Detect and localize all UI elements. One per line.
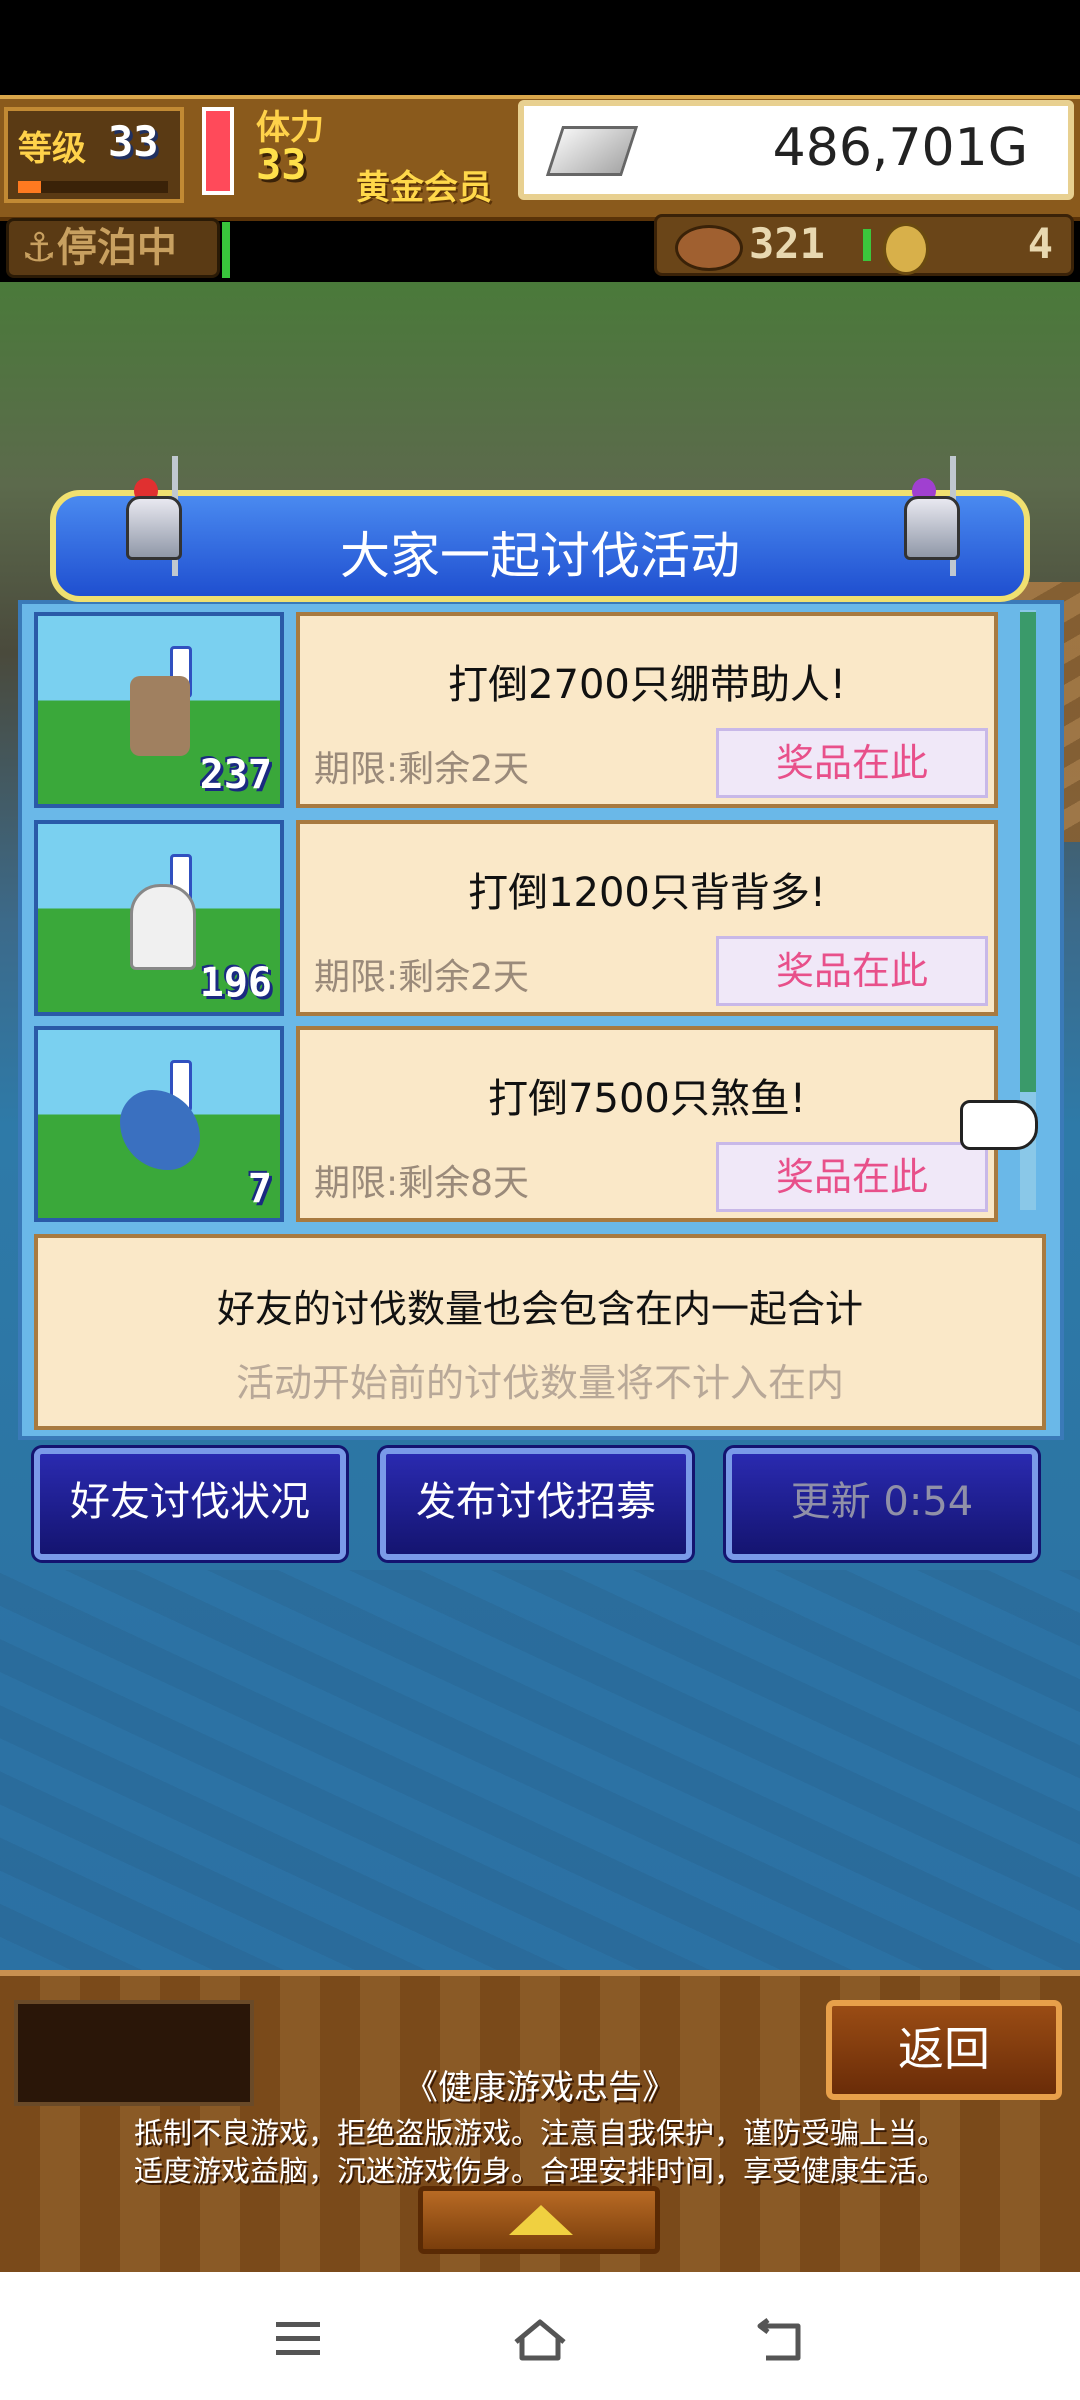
- triangle-up-icon: [509, 2205, 573, 2235]
- money-value: 486,701G: [772, 118, 1028, 178]
- stamina-gauge: [202, 107, 234, 195]
- money-display: 486,701G: [518, 100, 1074, 200]
- docked-status-badge: ⚓停泊中: [6, 218, 220, 278]
- membership-label: 黄金会员: [356, 168, 492, 208]
- event-task: 打倒2700只绷带助人!: [448, 662, 846, 708]
- event-task: 打倒7500只煞鱼!: [488, 1076, 806, 1122]
- panel-header: 大家一起讨伐活动: [50, 456, 1030, 602]
- level-label: 等级: [18, 129, 86, 169]
- monster-thumbnail: 7: [34, 1026, 284, 1222]
- health-notice-line: 适度游戏益脑，沉迷游戏伤身。合理安排时间，享受健康生活。: [133, 2154, 946, 2188]
- water-surface: [0, 1570, 1080, 1970]
- event-deadline: 期限:剩余2天: [314, 749, 530, 790]
- event-card: 打倒1200只背背多! 期限:剩余2天 奖品在此: [296, 820, 998, 1016]
- info-box: 好友的讨伐数量也会包含在内一起合计 活动开始前的讨伐数量将不计入在内: [34, 1234, 1046, 1430]
- scrollbar-thumb[interactable]: [1020, 612, 1036, 1092]
- event-deadline: 期限:剩余2天: [314, 957, 530, 998]
- prize-button[interactable]: 奖品在此: [716, 1142, 988, 1212]
- level-progress-bar: [18, 181, 168, 193]
- recruit-button[interactable]: 发布讨伐招募: [380, 1448, 692, 1560]
- stamina-value: 33: [256, 140, 307, 189]
- knight-icon: [894, 456, 964, 586]
- prize-button[interactable]: 奖品在此: [716, 936, 988, 1006]
- monster-thumbnail: 237: [34, 612, 284, 808]
- event-card: 打倒2700只绷带助人! 期限:剩余2天 奖品在此: [296, 612, 998, 808]
- resource-value: 321: [749, 219, 825, 268]
- expand-menu-button[interactable]: [418, 2186, 660, 2254]
- info-sub-text: 活动开始前的讨伐数量将不计入在内: [235, 1361, 844, 1405]
- health-notice-title: 《健康游戏忠告》: [404, 2068, 676, 2108]
- count-value: 4: [1027, 219, 1053, 268]
- event-row[interactable]: 7 打倒7500只煞鱼! 期限:剩余8天 奖品在此: [34, 1026, 1014, 1222]
- event-deadline: 期限:剩余8天: [314, 1163, 530, 1204]
- level-box: 等级 33: [4, 107, 184, 203]
- monster-thumbnail: 196: [34, 820, 284, 1016]
- level-value: 33: [108, 117, 159, 166]
- home-icon[interactable]: [510, 2316, 570, 2361]
- silver-bar-icon: [545, 126, 639, 176]
- status-indicator: [222, 222, 230, 278]
- event-row[interactable]: 196 打倒1200只背背多! 期限:剩余2天 奖品在此: [34, 820, 1014, 1016]
- ghost-monster-icon: [130, 884, 196, 970]
- event-card: 打倒7500只煞鱼! 期限:剩余8天 奖品在此: [296, 1026, 998, 1222]
- back-icon[interactable]: [752, 2316, 812, 2361]
- monster-count: 237: [199, 752, 272, 798]
- mummy-monster-icon: [130, 676, 190, 756]
- monster-count: 196: [199, 960, 272, 1006]
- coin-icon: [883, 223, 929, 275]
- food-icon: [675, 225, 743, 271]
- event-row[interactable]: 237 打倒2700只绷带助人! 期限:剩余2天 奖品在此: [34, 612, 1014, 808]
- panel-title: 大家一起讨伐活动: [340, 527, 740, 585]
- event-task: 打倒1200只背背多!: [468, 870, 826, 916]
- refresh-button[interactable]: 更新 0:54: [726, 1448, 1038, 1560]
- health-notice-line: 抵制不良游戏，拒绝盗版游戏。注意自我保护，谨防受骗上当。: [133, 2116, 946, 2150]
- system-navigation-bar: [0, 2272, 1080, 2400]
- info-main-text: 好友的讨伐数量也会包含在内一起合计: [216, 1287, 863, 1331]
- docked-status-label: 停泊中: [56, 225, 177, 271]
- monster-count: 7: [247, 1166, 272, 1212]
- hand-pointer-icon: [960, 1100, 1038, 1150]
- prize-button[interactable]: 奖品在此: [716, 728, 988, 798]
- menu-icon[interactable]: [270, 2316, 330, 2360]
- level-progress-fill: [18, 181, 41, 193]
- resource-indicator: [863, 229, 871, 261]
- resource-box: 321 4: [654, 214, 1074, 276]
- status-bar: [0, 0, 1080, 95]
- friends-status-button[interactable]: 好友讨伐状况: [34, 1448, 346, 1560]
